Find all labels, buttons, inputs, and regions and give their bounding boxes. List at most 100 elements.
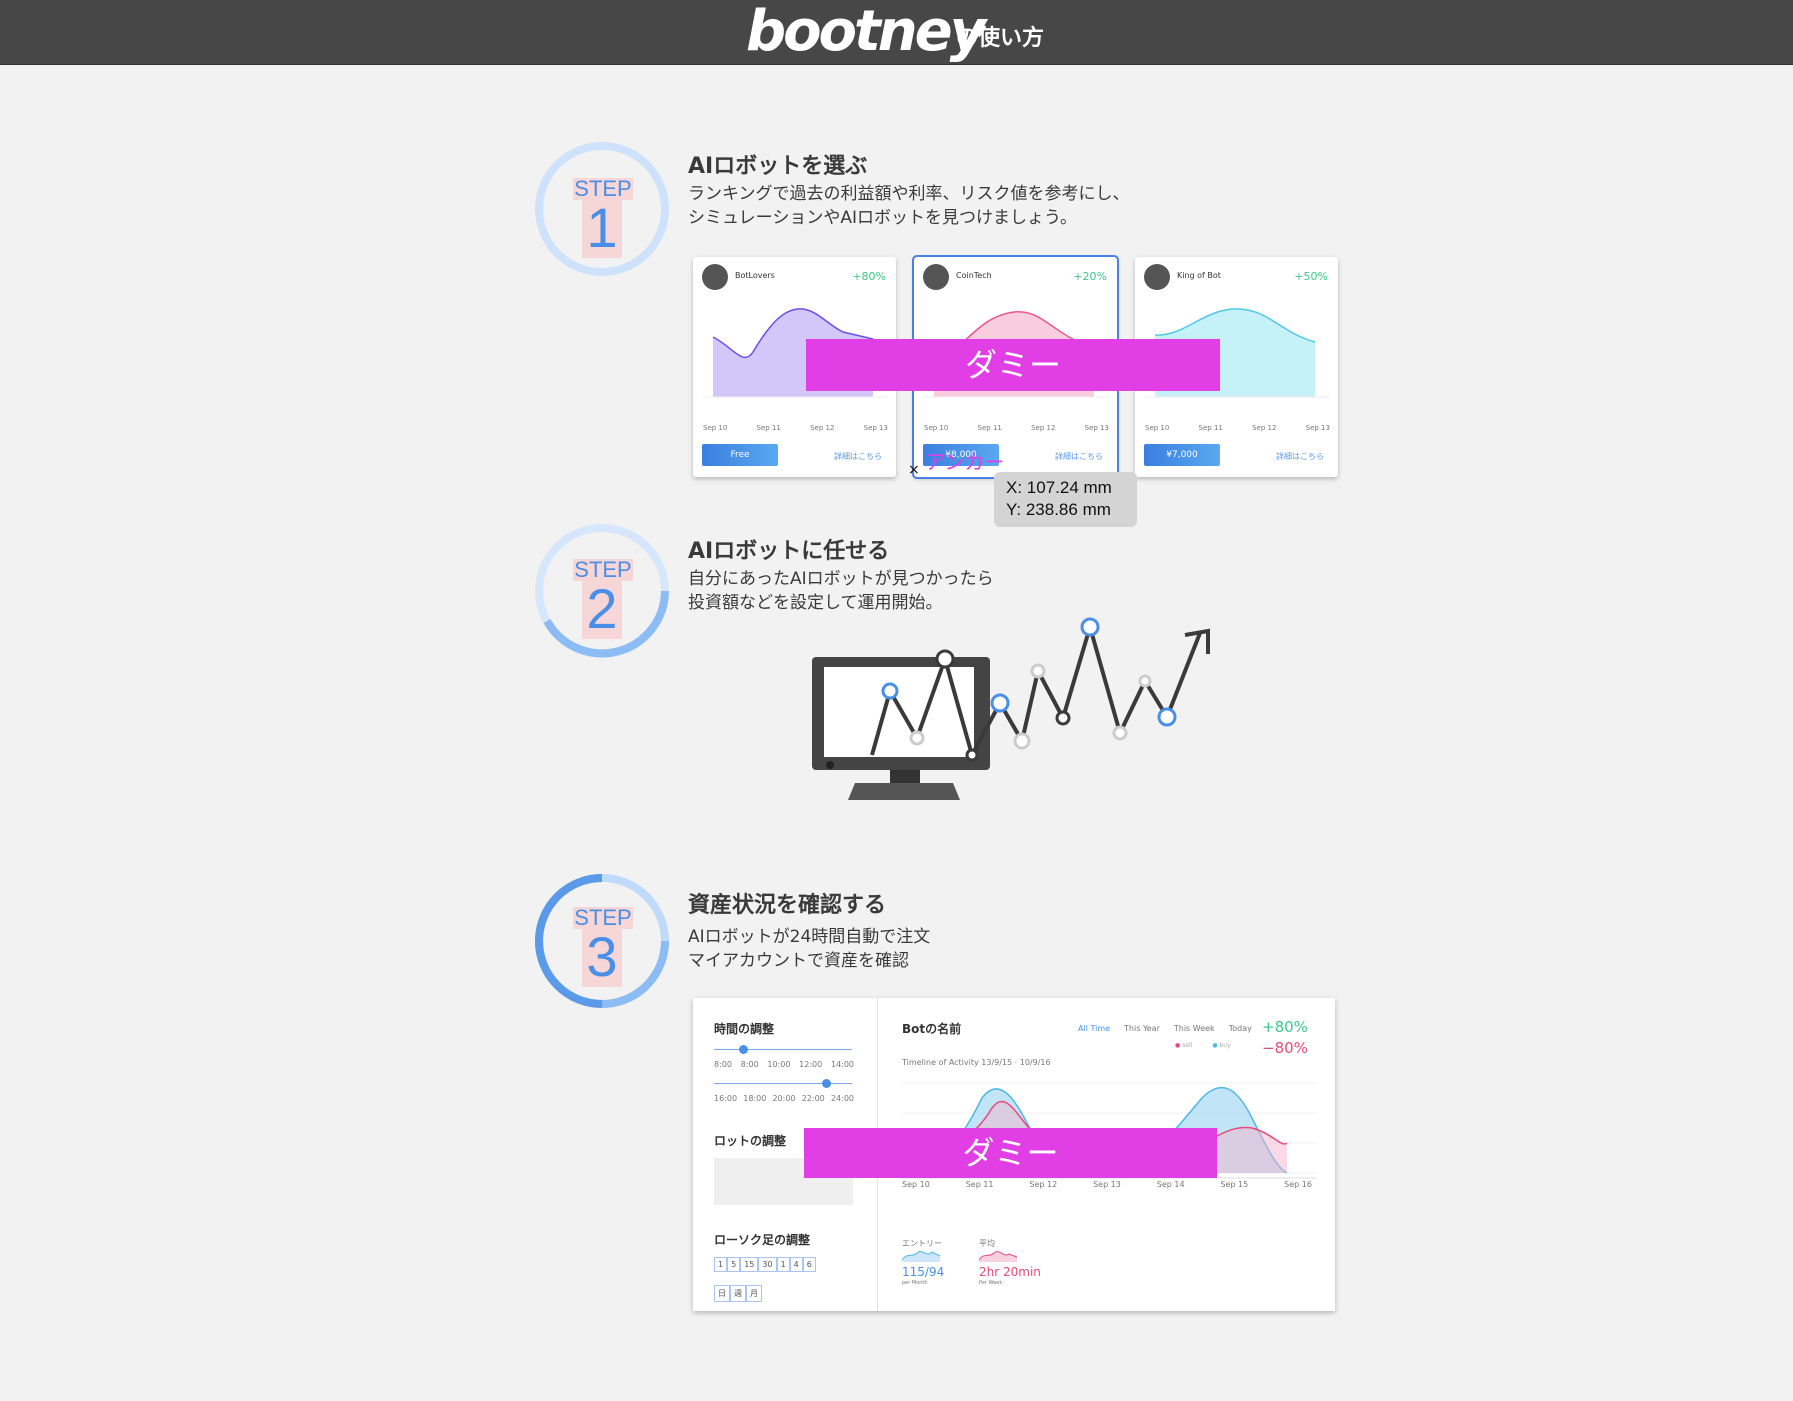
- time-label: 10:00: [767, 1060, 791, 1069]
- coord-x: X: 107.24 mm: [1006, 478, 1112, 497]
- date-label: Sep 10: [1145, 424, 1170, 432]
- legend-label: sell: [1182, 1042, 1193, 1049]
- date-label: Sep 10: [902, 1180, 930, 1189]
- legend-buy: ● buy: [1212, 1042, 1231, 1049]
- date-label: Sep 15: [1220, 1180, 1249, 1189]
- candle-option[interactable]: 6: [802, 1257, 816, 1272]
- details-link[interactable]: 詳細はこちら: [1276, 451, 1324, 462]
- date-label: Sep 16: [1284, 1180, 1312, 1189]
- candle-option[interactable]: 4: [789, 1257, 803, 1272]
- time-label: 14:00: [830, 1060, 854, 1069]
- date-label: Sep 14: [1156, 1180, 1185, 1189]
- time-label: 22:00: [801, 1094, 825, 1103]
- candle-option[interactable]: 1: [776, 1257, 790, 1272]
- panel-date-axis: Sep 10 Sep 11 Sep 12 Sep 13 Sep 14 Sep 1…: [902, 1180, 1312, 1189]
- coordinate-tooltip: X: 107.24 mm Y: 238.86 mm: [994, 472, 1137, 527]
- date-label: Sep 11: [1198, 424, 1223, 432]
- filter-tab[interactable]: This Year: [1124, 1024, 1160, 1033]
- loss-value: −80%: [1262, 1039, 1308, 1057]
- avatar: [923, 264, 949, 290]
- bot-return: +20%: [1073, 270, 1107, 283]
- step3-desc-line1: AIロボットが24時間自動で注文: [688, 927, 931, 947]
- close-icon[interactable]: ×: [908, 462, 920, 478]
- time-label: 24:00: [830, 1094, 854, 1103]
- time-labels-2: 16:00 18:00 20:00 22:00 24:00: [714, 1094, 854, 1103]
- date-axis: Sep 10 Sep 11 Sep 12 Sep 13: [1145, 424, 1330, 432]
- header-subtitle: の使い方: [956, 26, 1045, 51]
- date-label: Sep 13: [1093, 1180, 1121, 1189]
- details-link[interactable]: 詳細はこちら: [1055, 451, 1103, 462]
- time-sparkline: [979, 1251, 1018, 1262]
- legend-label: buy: [1219, 1042, 1231, 1049]
- slider-handle[interactable]: [822, 1079, 831, 1088]
- header-bar: bootney の使い方: [0, 0, 1793, 65]
- dummy-placeholder: ダミー: [804, 1128, 1217, 1178]
- candle-option[interactable]: 週: [730, 1285, 746, 1302]
- bot-name-title: Botの名前: [902, 1022, 962, 1036]
- dummy-placeholder: ダミー: [806, 339, 1220, 391]
- filter-tab[interactable]: All Time: [1078, 1024, 1110, 1033]
- filter-tabs: All Time This Year This Week Today: [1078, 1024, 1252, 1033]
- date-label: Sep 10: [924, 424, 949, 432]
- step2-desc-line2: 投資額などを設定して運用開始。: [688, 593, 943, 613]
- trading-illustration: [812, 617, 1210, 800]
- price-button[interactable]: Free: [702, 444, 778, 466]
- candle-option[interactable]: 1: [714, 1257, 728, 1272]
- avg-time-subtext: Per Week: [979, 1280, 1003, 1286]
- candle-option[interactable]: 月: [746, 1285, 762, 1302]
- legend-sell: ● sell: [1175, 1042, 1193, 1049]
- step1-desc: ランキングで過去の利益額や利率、リスク値を参考にし、 シミュレーションやAIロボ…: [688, 182, 1130, 230]
- time-label: 20:00: [772, 1094, 796, 1103]
- filter-tab[interactable]: This Week: [1174, 1024, 1215, 1033]
- price-button[interactable]: ¥7,000: [1144, 444, 1220, 466]
- date-axis: Sep 10 Sep 11 Sep 12 Sep 13: [924, 424, 1109, 432]
- step2-title: AIロボットに任せる: [688, 539, 890, 564]
- candle-option[interactable]: 30: [758, 1257, 777, 1272]
- entry-value: 115/94: [902, 1265, 945, 1279]
- bootney-logo[interactable]: bootney: [746, 0, 986, 64]
- date-label: Sep 11: [977, 424, 1002, 432]
- slider-handle[interactable]: [739, 1045, 748, 1054]
- time-slider-1[interactable]: [714, 1049, 852, 1050]
- candle-options-1: 1 5 15 30 1 4 6: [714, 1257, 816, 1272]
- bot-name: King of Bot: [1177, 271, 1221, 280]
- avatar: [702, 264, 728, 290]
- candle-option[interactable]: 5: [727, 1257, 741, 1272]
- lot-adjust-title: ロットの調整: [714, 1134, 787, 1148]
- step2-desc-line1: 自分にあったAIロボットが見つかったら: [688, 569, 994, 589]
- time-labels-1: 8:00 8:00 10:00 12:00 14:00: [714, 1060, 854, 1069]
- details-link[interactable]: 詳細はこちら: [834, 451, 882, 462]
- time-slider-2[interactable]: [714, 1083, 852, 1084]
- bot-name: BotLovers: [735, 271, 775, 280]
- bot-return: +50%: [1294, 270, 1328, 283]
- date-label: Sep 12: [1029, 1180, 1058, 1189]
- step2-desc: 自分にあったAIロボットが見つかったら 投資額などを設定して運用開始。: [688, 567, 994, 615]
- step1-title: AIロボットを選ぶ: [688, 154, 868, 179]
- entry-subtext: per Month: [902, 1280, 928, 1286]
- date-label: Sep 11: [965, 1180, 994, 1189]
- date-label: Sep 12: [1252, 424, 1277, 432]
- step1-number: 1: [582, 198, 622, 258]
- coord-y: Y: 238.86 mm: [1006, 500, 1111, 519]
- time-label: 12:00: [799, 1060, 823, 1069]
- time-label: 8:00: [740, 1060, 759, 1069]
- date-label: Sep 11: [756, 424, 781, 432]
- avg-time-value: 2hr 20min: [979, 1265, 1041, 1279]
- date-label: Sep 13: [1084, 424, 1109, 432]
- candle-option[interactable]: 日: [714, 1285, 730, 1302]
- bot-return: +80%: [852, 270, 886, 283]
- step3-number: 3: [582, 927, 622, 987]
- filter-tab[interactable]: Today: [1229, 1024, 1252, 1033]
- anchor-label: アンカー: [925, 450, 1005, 474]
- step3-title: 資産状況を確認する: [688, 893, 887, 918]
- step3-desc: AIロボットが24時間自動で注文 マイアカウントで資産を確認: [688, 925, 930, 973]
- candle-option[interactable]: 15: [740, 1257, 759, 1272]
- step1-desc-line2: シミュレーションやAIロボットを見つけましょう。: [688, 208, 1077, 228]
- step3-desc-line2: マイアカウントで資産を確認: [688, 951, 909, 971]
- date-label: Sep 13: [863, 424, 888, 432]
- date-label: Sep 13: [1305, 424, 1330, 432]
- timeline-text: Timeline of Activity 13/9/15 · 10/9/16: [902, 1058, 1051, 1067]
- avatar: [1144, 264, 1170, 290]
- date-label: Sep 10: [703, 424, 728, 432]
- time-label: 16:00: [714, 1094, 738, 1103]
